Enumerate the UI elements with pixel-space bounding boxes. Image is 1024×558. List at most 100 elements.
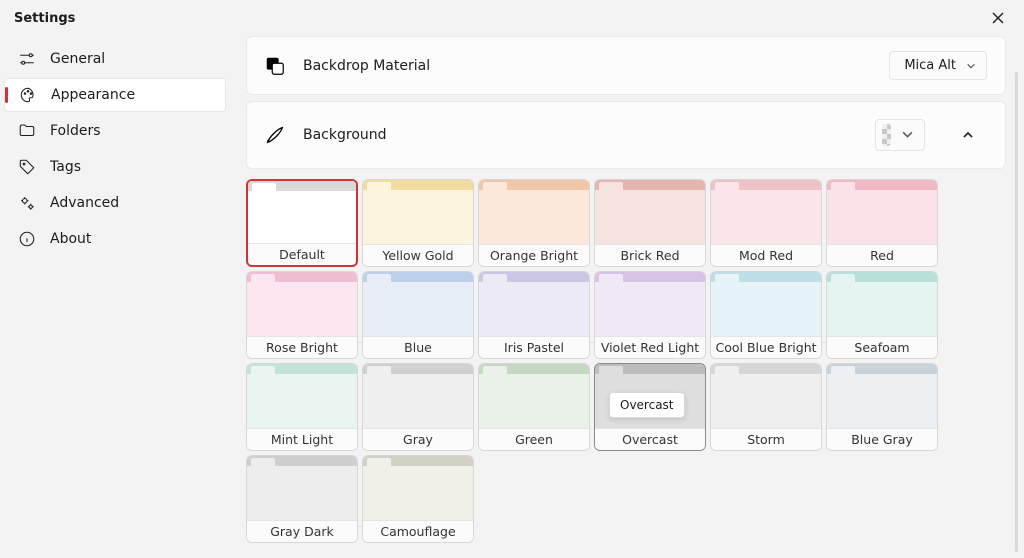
sidebar-item-tags[interactable]: Tags [4, 150, 226, 184]
collapse-button[interactable] [949, 116, 987, 154]
theme-label: Rose Bright [247, 336, 357, 358]
chevron-up-icon [962, 129, 974, 141]
theme-tab-notch [367, 182, 391, 190]
folder-icon [18, 122, 36, 140]
theme-tab-notch [483, 366, 507, 374]
theme-option[interactable]: Blue Gray [826, 363, 938, 451]
theme-preview [363, 272, 473, 336]
theme-label: Yellow Gold [363, 244, 473, 266]
info-icon [18, 230, 36, 248]
theme-label: Storm [711, 428, 821, 450]
palette-icon [19, 86, 37, 104]
theme-grid: Default Yellow Gold Orange Bright Brick Red… [246, 175, 1006, 543]
sidebar-item-label: General [50, 51, 105, 67]
brush-icon [263, 123, 287, 147]
theme-label: Overcast [595, 428, 705, 450]
theme-tab-notch [483, 182, 507, 190]
sliders-icon [18, 50, 36, 68]
theme-tab-notch [483, 274, 507, 282]
theme-preview [247, 272, 357, 336]
theme-option[interactable]: Iris Pastel [478, 271, 590, 359]
sidebar-item-folders[interactable]: Folders [4, 114, 226, 148]
gears-icon [18, 194, 36, 212]
theme-label: Cool Blue Bright [711, 336, 821, 358]
theme-option[interactable]: Mint Light [246, 363, 358, 451]
theme-label: Red [827, 244, 937, 266]
theme-option[interactable]: Yellow Gold [362, 179, 474, 267]
dropdown-value: Mica Alt [904, 58, 956, 73]
theme-tab-notch [831, 366, 855, 374]
theme-preview [479, 364, 589, 428]
theme-label: Orange Bright [479, 244, 589, 266]
theme-tab-notch [831, 182, 855, 190]
close-icon [991, 11, 1005, 25]
theme-option[interactable]: Blue [362, 271, 474, 359]
sidebar-item-about[interactable]: About [4, 222, 226, 256]
backdrop-material-card: Backdrop Material Mica Alt [246, 36, 1006, 95]
tooltip: Overcast [609, 392, 685, 418]
background-label: Background [303, 127, 859, 143]
background-card: Background [246, 101, 1006, 169]
theme-label: Mint Light [247, 428, 357, 450]
close-button[interactable] [984, 4, 1012, 32]
sidebar-item-label: Advanced [50, 195, 119, 211]
theme-preview [595, 272, 705, 336]
theme-tab-notch [252, 183, 276, 191]
backdrop-icon [263, 54, 287, 78]
theme-option[interactable]: Orange Bright [478, 179, 590, 267]
theme-tab-notch [251, 366, 275, 374]
theme-tab-notch [715, 274, 739, 282]
sidebar-item-general[interactable]: General [4, 42, 226, 76]
theme-preview [827, 272, 937, 336]
theme-option[interactable]: Seafoam [826, 271, 938, 359]
sidebar-item-label: Folders [50, 123, 101, 139]
theme-option[interactable]: Default [246, 179, 358, 267]
background-picker-button[interactable] [875, 119, 925, 151]
theme-label: Default [248, 243, 356, 265]
theme-option[interactable]: Rose Bright [246, 271, 358, 359]
theme-label: Seafoam [827, 336, 937, 358]
theme-preview [248, 181, 356, 243]
theme-tab-notch [367, 366, 391, 374]
backdrop-material-dropdown[interactable]: Mica Alt [889, 51, 987, 80]
theme-label: Brick Red [595, 244, 705, 266]
scrollbar[interactable] [1015, 72, 1018, 552]
theme-label: Green [479, 428, 589, 450]
theme-preview [363, 364, 473, 428]
theme-tab-notch [831, 274, 855, 282]
sidebar-item-appearance[interactable]: Appearance [4, 78, 226, 112]
theme-option[interactable]: Overcast Overcast [594, 363, 706, 451]
theme-preview [711, 180, 821, 244]
theme-label: Blue [363, 336, 473, 358]
theme-option[interactable]: Cool Blue Bright [710, 271, 822, 359]
theme-preview [363, 456, 473, 520]
theme-preview [827, 180, 937, 244]
theme-option[interactable]: Green [478, 363, 590, 451]
theme-tab-notch [599, 366, 623, 374]
theme-preview [711, 272, 821, 336]
sidebar-item-label: Appearance [51, 87, 135, 103]
content-area: Backdrop Material Mica Alt Background [232, 36, 1024, 558]
theme-option[interactable]: Red [826, 179, 938, 267]
window-title: Settings [14, 11, 75, 26]
theme-tab-notch [715, 182, 739, 190]
theme-option[interactable]: Violet Red Light [594, 271, 706, 359]
sidebar-item-advanced[interactable]: Advanced [4, 186, 226, 220]
theme-tab-notch [367, 458, 391, 466]
theme-tab-notch [367, 274, 391, 282]
theme-option[interactable]: Storm [710, 363, 822, 451]
theme-option[interactable]: Brick Red [594, 179, 706, 267]
theme-option[interactable]: Mod Red [710, 179, 822, 267]
theme-tab-notch [251, 458, 275, 466]
chevron-down-icon [966, 61, 976, 71]
theme-option[interactable]: Camouflage [362, 455, 474, 543]
sidebar: General Appearance Folders Tags [0, 36, 232, 558]
theme-option[interactable]: Gray Dark [246, 455, 358, 543]
theme-option[interactable]: Gray [362, 363, 474, 451]
sidebar-item-label: About [50, 231, 91, 247]
theme-label: Iris Pastel [479, 336, 589, 358]
sidebar-item-label: Tags [50, 159, 81, 175]
theme-tab-notch [251, 274, 275, 282]
theme-preview [247, 364, 357, 428]
tag-icon [18, 158, 36, 176]
